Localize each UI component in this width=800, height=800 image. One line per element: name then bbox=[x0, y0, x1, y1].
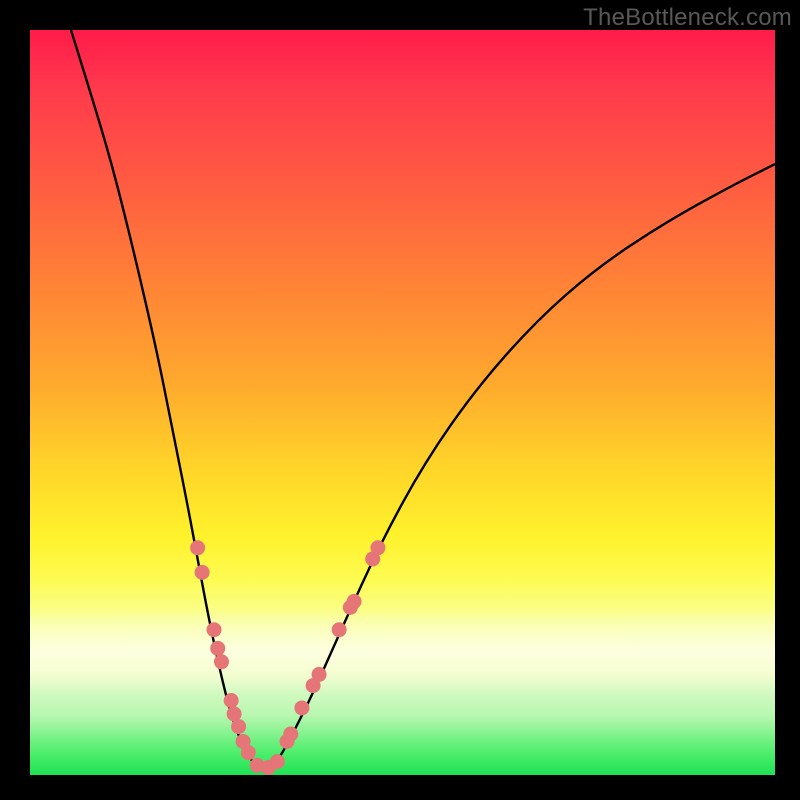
data-dot bbox=[195, 565, 209, 579]
data-dot bbox=[214, 655, 228, 669]
data-dot bbox=[295, 701, 309, 715]
data-dot bbox=[241, 746, 255, 760]
watermark-text: TheBottleneck.com bbox=[583, 4, 792, 32]
data-dot bbox=[371, 541, 385, 555]
bottleneck-curve bbox=[30, 30, 775, 775]
data-dot bbox=[332, 623, 346, 637]
data-dot bbox=[191, 541, 205, 555]
data-dot bbox=[270, 755, 284, 769]
data-dot bbox=[224, 694, 238, 708]
data-dot bbox=[211, 641, 225, 655]
data-dot bbox=[312, 667, 326, 681]
data-dot bbox=[284, 727, 298, 741]
data-dot bbox=[232, 720, 246, 734]
v-curve-path bbox=[71, 30, 775, 769]
data-dot bbox=[227, 707, 241, 721]
chart-frame: TheBottleneck.com bbox=[0, 0, 800, 800]
plot-area bbox=[30, 30, 775, 775]
data-dot bbox=[347, 594, 361, 608]
data-dot bbox=[207, 623, 221, 637]
curve-dots bbox=[191, 541, 385, 775]
